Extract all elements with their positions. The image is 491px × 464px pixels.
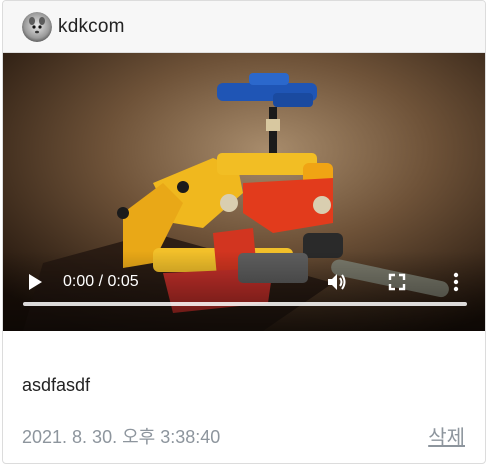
post-body: asdfasdf 2021. 8. 30. 오후 3:38:40 삭제 — [3, 331, 485, 463]
post-date: 2021. 8. 30. 오후 3:38:40 — [22, 427, 221, 447]
fullscreen-icon[interactable] — [387, 272, 407, 292]
avatar[interactable] — [22, 11, 52, 42]
play-icon[interactable] — [25, 272, 45, 292]
post-card: kdkcom 0:00 / 0:05 asdfasdf 2021. 8. 30.… — [2, 0, 486, 464]
delete-link[interactable]: 삭제 — [428, 421, 465, 450]
video-controls: 0:00 / 0:05 — [3, 251, 485, 331]
time-display: 0:00 / 0:05 — [63, 273, 139, 290]
more-vert-icon[interactable] — [449, 271, 463, 293]
post-header: kdkcom — [3, 1, 485, 53]
author-name[interactable]: kdkcom — [58, 16, 125, 38]
volume-icon[interactable] — [326, 271, 348, 293]
post-text: asdfasdf — [22, 375, 91, 395]
video-player[interactable]: 0:00 / 0:05 — [3, 53, 485, 331]
control-bar: 0:00 / 0:05 — [3, 266, 485, 298]
progress-bar[interactable] — [23, 302, 467, 306]
